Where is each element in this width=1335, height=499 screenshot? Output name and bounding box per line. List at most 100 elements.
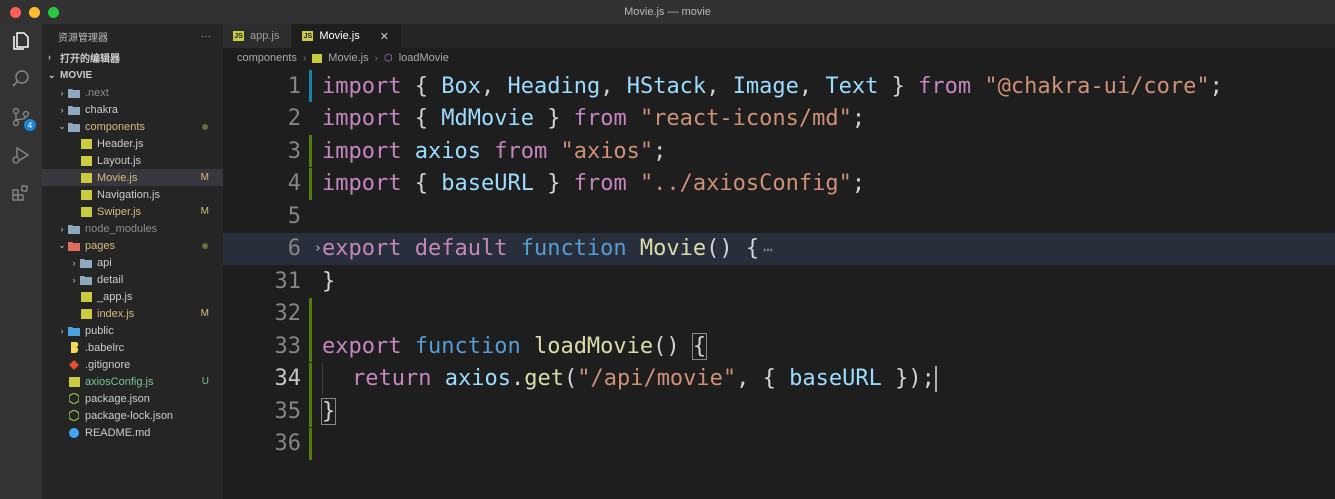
tree-item-label: Header.js <box>97 137 144 150</box>
line-number: 5 <box>287 203 301 229</box>
js-file-icon <box>80 172 92 183</box>
fold-chevron-icon[interactable]: › <box>314 233 322 265</box>
info-file-icon <box>68 427 80 438</box>
tree-file[interactable]: .babelrc <box>42 339 223 356</box>
source-control-icon[interactable]: 4 <box>10 106 36 131</box>
folded-ellipsis-icon[interactable]: ⋯ <box>763 240 773 259</box>
close-tab-icon[interactable]: ✕ <box>380 30 389 43</box>
code-token: , <box>706 73 733 99</box>
code-line[interactable]: 3 import axios from "axios"; <box>223 135 1335 167</box>
workspace-root[interactable]: ⌄ MOVIE <box>42 66 223 84</box>
code-token: , { <box>736 365 790 391</box>
text-cursor <box>934 365 937 392</box>
tree-folder[interactable]: › chakra <box>42 101 223 118</box>
search-icon[interactable] <box>10 68 32 90</box>
code-token: import <box>322 138 402 164</box>
js-file-icon: JS <box>302 31 314 41</box>
code-token: Image <box>732 73 799 99</box>
node-file-icon <box>68 393 80 404</box>
js-file-icon <box>80 189 92 200</box>
gutter <box>305 265 322 297</box>
tree-item-label: detail <box>97 273 124 286</box>
chevron-down-icon: ⌄ <box>58 121 66 131</box>
run-debug-icon[interactable] <box>10 144 32 166</box>
breadcrumb-folder[interactable]: components <box>237 52 297 64</box>
folder-icon <box>80 274 92 285</box>
minimize-window-button[interactable] <box>29 7 40 18</box>
open-editors-section[interactable]: › 打开的编辑器 <box>42 48 223 66</box>
tree-item-label: Swiper.js <box>97 205 142 218</box>
tree-folder[interactable]: › node_modules <box>42 220 223 237</box>
window-controls <box>10 7 59 18</box>
tree-file[interactable]: Header.js <box>42 135 223 152</box>
code-text: return axios.get("/api/movie", { baseURL… <box>322 362 937 395</box>
tree-file[interactable]: Movie.js M <box>42 169 223 186</box>
breadcrumb-file[interactable]: Movie.js <box>328 52 368 64</box>
code-token: import <box>322 106 402 131</box>
code-line[interactable]: 35} <box>223 395 1335 427</box>
code-token: { <box>401 171 442 196</box>
code-line[interactable]: 1 import { Box, Heading, HStack, Image, T… <box>223 70 1335 102</box>
tree-file[interactable]: README.md <box>42 424 223 441</box>
matched-bracket: { <box>691 332 708 360</box>
tree-file[interactable]: Navigation.js <box>42 186 223 203</box>
tree-folder[interactable]: › public <box>42 322 223 339</box>
code-token: return <box>352 365 432 391</box>
tree-folder[interactable]: › detail <box>42 271 223 288</box>
tree-file[interactable]: axiosConfig.js U <box>42 373 223 390</box>
code-line[interactable]: 2 import { MdMovie } from "react-icons/md… <box>223 103 1335 135</box>
js-file-icon <box>312 53 323 63</box>
code-token: get <box>524 365 564 391</box>
code-editor[interactable]: 1 import { Box, Heading, HStack, Image, T… <box>223 68 1335 499</box>
tree-file[interactable]: Layout.js <box>42 152 223 169</box>
tree-folder[interactable]: ⌄ pages <box>42 237 223 254</box>
folder-icon <box>68 240 80 251</box>
tree-file[interactable]: index.js M <box>42 305 223 322</box>
gutter <box>305 427 322 460</box>
tree-folder[interactable]: › .next <box>42 84 223 101</box>
code-token: "react-icons/md" <box>639 106 852 131</box>
tree-file[interactable]: .gitignore <box>42 356 223 373</box>
tree-folder[interactable]: ⌄ components <box>42 118 223 135</box>
code-token: { <box>401 106 442 131</box>
code-line[interactable]: 32 <box>223 297 1335 330</box>
gutter <box>305 330 322 362</box>
code-line[interactable]: 36 <box>223 427 1335 460</box>
tree-item-label: README.md <box>85 426 151 439</box>
code-line[interactable]: 6 › export default function Movie() {⋯ <box>223 232 1335 265</box>
close-window-button[interactable] <box>10 7 21 18</box>
code-line[interactable]: 4 import { baseURL } from "../axiosConfig… <box>223 167 1335 200</box>
breadcrumb: components › Movie.js › ⬡ loadMovie <box>223 48 1335 68</box>
folder-icon <box>68 87 80 98</box>
tree-folder[interactable]: › api <box>42 254 223 271</box>
maximize-window-button[interactable] <box>48 7 59 18</box>
breadcrumb-symbol[interactable]: loadMovie <box>399 52 449 64</box>
code-line[interactable]: 31} <box>223 265 1335 297</box>
explorer-icon[interactable] <box>10 30 32 52</box>
code-line[interactable]: 5 <box>223 200 1335 232</box>
chevron-right-icon: › <box>60 104 64 115</box>
gutter <box>305 70 322 102</box>
line-number: 4 <box>287 171 301 196</box>
gutter <box>305 395 322 427</box>
tab-app-js[interactable]: JS app.js <box>223 24 293 48</box>
tree-file[interactable]: package-lock.json <box>42 407 223 424</box>
tab-label: Movie.js <box>319 30 360 42</box>
extensions-icon[interactable] <box>10 182 32 204</box>
tree-file[interactable]: _app.js <box>42 288 223 305</box>
line-number: 31 <box>274 268 302 294</box>
tree-file[interactable]: Swiper.js M <box>42 203 223 220</box>
tab-movie-js[interactable]: JS Movie.js ✕ <box>292 24 402 48</box>
code-line[interactable]: 33 export function loadMovie() { <box>223 330 1335 362</box>
code-token: default <box>414 236 508 261</box>
code-token: Heading <box>507 73 601 99</box>
gutter <box>305 135 322 167</box>
more-actions-button[interactable]: ··· <box>201 31 211 42</box>
code-line[interactable]: 34 return axios.get("/api/movie", { baseU… <box>223 362 1335 395</box>
tree-file[interactable]: package.json <box>42 390 223 407</box>
tab-label: app.js <box>250 30 280 42</box>
tree-item-label: .gitignore <box>85 358 131 371</box>
code-text: import axios from "axios"; <box>322 139 666 164</box>
